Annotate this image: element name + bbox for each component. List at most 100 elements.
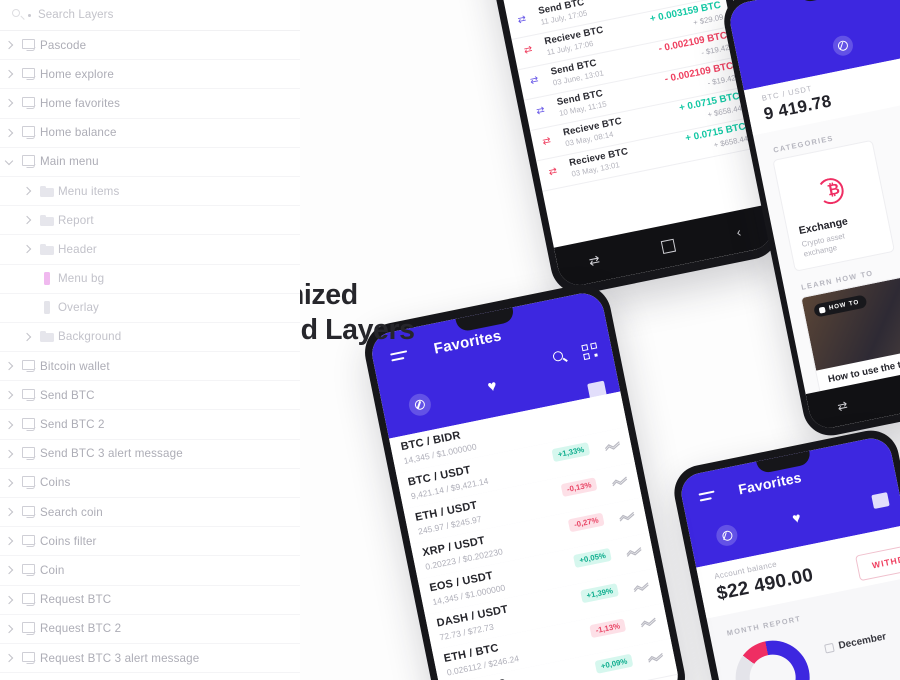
month-report-label: MONTH REPORT bbox=[726, 613, 802, 638]
change-badge: +0,05% bbox=[573, 547, 612, 568]
layer-row[interactable]: Header bbox=[0, 235, 300, 265]
layer-row[interactable]: Coin bbox=[0, 556, 300, 586]
chevron-right-icon[interactable] bbox=[18, 215, 36, 225]
layer-row[interactable]: Report bbox=[0, 206, 300, 236]
layer-row[interactable]: Send BTC 2 bbox=[0, 410, 300, 440]
chevron-right-icon[interactable] bbox=[0, 40, 18, 50]
transfer-arrow-icon: ⇄ bbox=[535, 104, 546, 118]
sparkline-icon bbox=[633, 582, 649, 593]
layer-label: Bitcoin wallet bbox=[40, 359, 110, 373]
square-icon[interactable] bbox=[660, 238, 676, 254]
transfer-arrow-icon: ⇄ bbox=[529, 74, 540, 87]
layer-label: Request BTC 2 bbox=[40, 622, 122, 636]
chevron-right-glyph bbox=[22, 332, 31, 342]
change-badge: -1,13% bbox=[589, 618, 627, 639]
chevron-right-icon[interactable] bbox=[0, 449, 18, 458]
artboard-icon bbox=[18, 651, 40, 665]
chevron-right-icon[interactable] bbox=[0, 478, 18, 488]
change-badge: +1,39% bbox=[580, 583, 620, 604]
change-badge: -0,27% bbox=[568, 512, 605, 533]
chevron-right-glyph bbox=[4, 391, 13, 400]
layer-row[interactable]: Request BTC bbox=[0, 585, 300, 615]
layer-row[interactable]: Home explore bbox=[0, 60, 300, 90]
layer-label: Main menu bbox=[40, 155, 99, 169]
search-dropdown-dot-icon[interactable] bbox=[28, 13, 31, 17]
sparkline-icon bbox=[640, 617, 656, 628]
layer-row[interactable]: Search coin bbox=[0, 498, 300, 528]
layer-list[interactable]: Pascode Home explore Home favorites Home ba… bbox=[0, 31, 300, 680]
layer-label: Overlay bbox=[58, 301, 99, 315]
layer-label: Home favorites bbox=[40, 96, 121, 110]
shape-swatch bbox=[44, 272, 50, 286]
chevron-right-glyph bbox=[22, 215, 31, 225]
layer-label: Request BTC bbox=[40, 593, 112, 607]
artboard-icon bbox=[18, 67, 40, 81]
layer-row[interactable]: Pascode bbox=[0, 31, 300, 61]
layer-label: Home explore bbox=[40, 67, 114, 81]
chevron-right-icon[interactable] bbox=[0, 391, 18, 400]
layer-label: Menu items bbox=[58, 184, 120, 198]
search-icon[interactable] bbox=[552, 350, 568, 365]
chevron-right-glyph bbox=[4, 653, 13, 663]
layer-label: Send BTC 2 bbox=[40, 418, 105, 432]
chevron-right-icon[interactable] bbox=[0, 653, 18, 663]
layer-row[interactable]: Send BTC bbox=[0, 381, 300, 411]
balance-screen: Favorites ♥ Account balance $22 490.00 W… bbox=[677, 434, 900, 680]
folder-icon bbox=[36, 243, 58, 255]
chevron-down-icon[interactable] bbox=[0, 156, 18, 166]
layer-row[interactable]: Background bbox=[0, 322, 300, 353]
chevron-right-icon[interactable] bbox=[18, 186, 36, 196]
chevron-right-icon[interactable] bbox=[18, 245, 36, 254]
layer-row[interactable]: Request BTC 2 bbox=[0, 614, 300, 644]
chevron-right-icon[interactable] bbox=[0, 70, 18, 79]
category-card-exchange[interactable]: ₿ Exchange Crypto asset exchange bbox=[772, 139, 896, 272]
sparkline-icon bbox=[619, 511, 635, 522]
withdraw-button[interactable]: WITHDRAW bbox=[855, 538, 900, 582]
layer-row[interactable]: Main menu bbox=[0, 147, 300, 177]
chevron-right-glyph bbox=[22, 186, 31, 196]
swap-icon[interactable]: ⇄ bbox=[587, 252, 601, 270]
search-input[interactable]: Search Layers bbox=[38, 9, 113, 21]
layer-row[interactable]: Bitcoin wallet bbox=[0, 352, 300, 382]
chevron-right-icon[interactable] bbox=[0, 420, 18, 429]
chevron-right-icon[interactable] bbox=[18, 332, 36, 342]
layer-row[interactable]: BTC Address bbox=[0, 673, 300, 680]
shape-swatch bbox=[44, 301, 50, 315]
layer-row[interactable]: Menu bg bbox=[0, 264, 300, 294]
chevron-right-glyph bbox=[4, 624, 13, 634]
transaction-list[interactable]: ⇄Send BTC11 July, 17:05- 0.043010 BTC- $… bbox=[505, 0, 757, 192]
chevron-right-glyph bbox=[4, 449, 13, 458]
search-icon bbox=[12, 8, 25, 22]
chevron-right-icon[interactable] bbox=[0, 537, 18, 546]
chevron-right-icon[interactable] bbox=[0, 361, 18, 371]
chevron-right-icon[interactable] bbox=[0, 99, 18, 108]
layer-row[interactable]: Home favorites bbox=[0, 89, 300, 119]
chevron-right-icon[interactable] bbox=[0, 128, 18, 137]
change-badge: +0,09% bbox=[594, 653, 634, 674]
rect-icon bbox=[36, 301, 58, 315]
chevron-right-icon[interactable] bbox=[0, 507, 18, 517]
chevron-right-icon[interactable] bbox=[0, 595, 18, 604]
transfer-arrow-icon: ⇄ bbox=[523, 44, 534, 57]
favorites-screen: Favorites ♥ BTC / BIDR 14,345 / $1.000000… bbox=[368, 289, 682, 680]
chevron-right-glyph bbox=[4, 537, 13, 546]
layer-row[interactable]: Coins filter bbox=[0, 527, 300, 557]
artboard-icon bbox=[18, 388, 40, 402]
layer-row[interactable]: Request BTC 3 alert message bbox=[0, 643, 300, 674]
swap-icon[interactable]: ⇄ bbox=[836, 398, 849, 414]
layer-row[interactable]: Coins bbox=[0, 468, 300, 498]
chevron-right-icon[interactable] bbox=[0, 566, 18, 575]
layer-row[interactable]: Overlay bbox=[0, 293, 300, 323]
layer-row[interactable]: Home balance bbox=[0, 118, 300, 148]
chevron-right-icon[interactable] bbox=[0, 624, 18, 634]
artboard-icon bbox=[18, 126, 40, 139]
search-layers-row[interactable]: Search Layers bbox=[0, 0, 300, 31]
layer-row[interactable]: Menu items bbox=[0, 176, 300, 207]
layer-row[interactable]: Send BTC 3 alert message bbox=[0, 439, 300, 469]
layer-label: Report bbox=[58, 213, 94, 227]
qr-icon[interactable] bbox=[581, 342, 599, 361]
artboard-icon bbox=[18, 622, 40, 635]
chevron-right-glyph bbox=[4, 566, 13, 575]
layer-label: Background bbox=[58, 330, 122, 344]
back-icon[interactable]: ‹ bbox=[735, 224, 742, 240]
